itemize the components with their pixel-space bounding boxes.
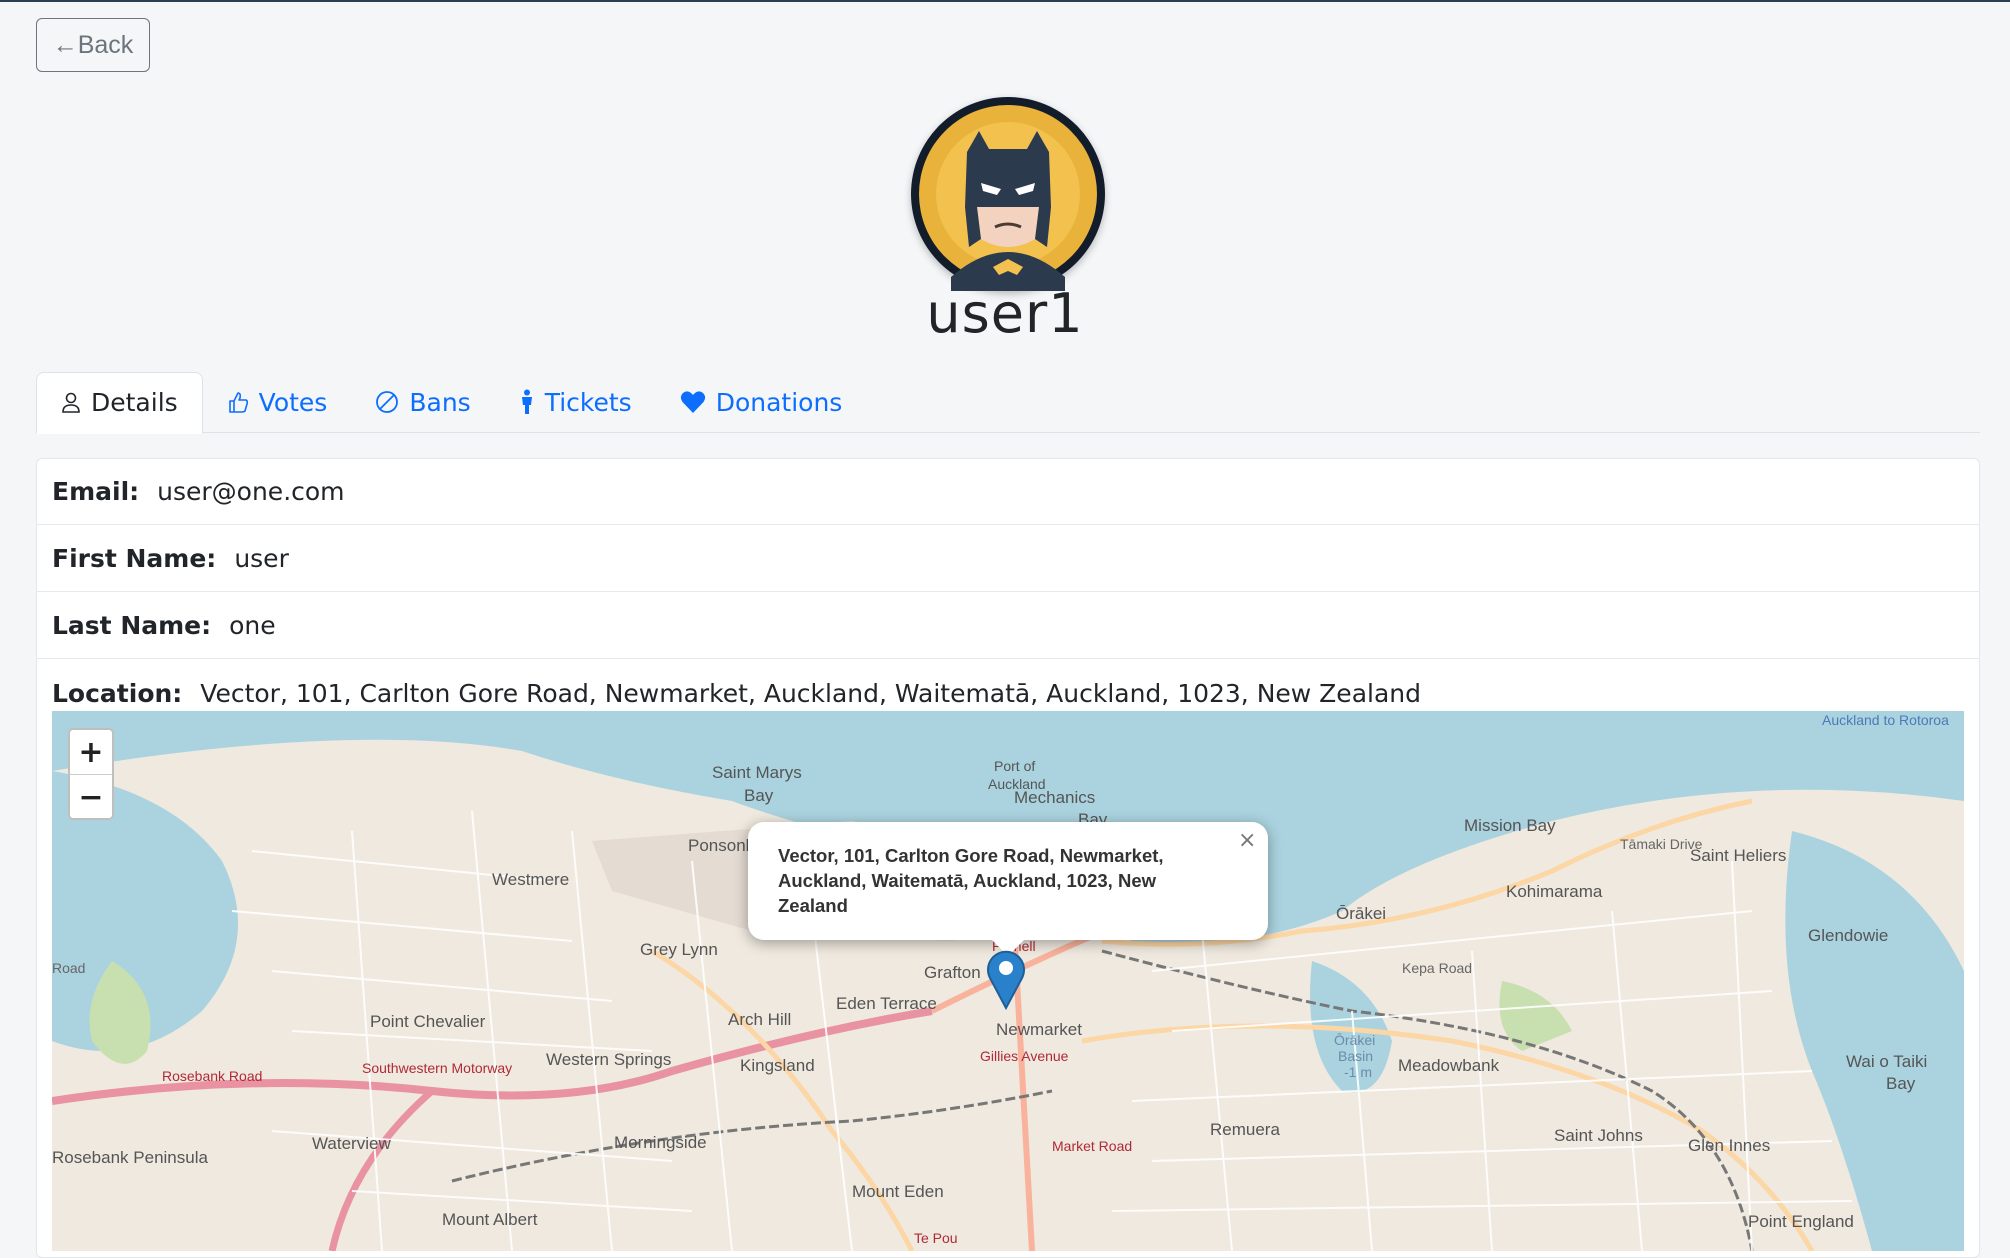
back-button[interactable]: ←Back [36, 18, 150, 72]
svg-text:Wai o Taiki: Wai o Taiki [1846, 1052, 1927, 1071]
map-zoom-control: + − [68, 728, 114, 820]
svg-text:Glen Innes: Glen Innes [1688, 1136, 1770, 1155]
last-name-label: Last Name: [52, 611, 212, 640]
tab-details-label: Details [91, 388, 178, 418]
svg-text:Mission Bay: Mission Bay [1464, 816, 1556, 835]
email-value: user@one.com [157, 477, 345, 506]
svg-text:Mechanics: Mechanics [1014, 788, 1095, 807]
svg-text:Westmere: Westmere [492, 870, 569, 889]
svg-text:Grafton: Grafton [924, 963, 981, 982]
map-popup: Vector, 101, Carlton Gore Road, Newmarke… [748, 822, 1268, 940]
svg-text:Grey Lynn: Grey Lynn [640, 940, 718, 959]
avatar [911, 97, 1105, 291]
svg-text:-1 m: -1 m [1344, 1064, 1372, 1080]
tab-donations-label: Donations [715, 387, 843, 417]
svg-text:Auckland to Rotoroa: Auckland to Rotoroa [1822, 712, 1949, 728]
map-popup-text: Vector, 101, Carlton Gore Road, Newmarke… [778, 845, 1164, 916]
first-name-label: First Name: [52, 544, 217, 573]
heart-icon [680, 391, 705, 413]
profile-tabs: Details Votes Bans Tickets Donations [36, 372, 1980, 434]
last-name-row: Last Name: one [37, 593, 1979, 659]
svg-text:Te Pou: Te Pou [914, 1230, 958, 1246]
batman-avatar-icon [911, 97, 1105, 291]
tab-votes[interactable]: Votes [203, 372, 352, 432]
svg-text:Gillies Avenue: Gillies Avenue [980, 1048, 1069, 1064]
svg-text:Kohimarama: Kohimarama [1506, 882, 1603, 901]
svg-text:Mount Eden: Mount Eden [852, 1182, 944, 1201]
svg-text:Kepa Road: Kepa Road [1402, 960, 1472, 976]
svg-text:Bay: Bay [1886, 1074, 1916, 1093]
svg-text:Basin: Basin [1338, 1048, 1373, 1064]
last-name-value: one [229, 611, 276, 640]
first-name-value: user [234, 544, 289, 573]
ticket-person-icon [521, 389, 532, 414]
tab-details[interactable]: Details [36, 372, 203, 434]
svg-text:Kingsland: Kingsland [740, 1056, 815, 1075]
tab-bans-label: Bans [409, 387, 471, 417]
svg-text:Road: Road [52, 960, 85, 976]
svg-text:Western Springs: Western Springs [546, 1050, 671, 1069]
ban-icon [376, 391, 399, 413]
svg-text:Ōrākei: Ōrākei [1334, 1032, 1375, 1048]
svg-text:Meadowbank: Meadowbank [1398, 1056, 1500, 1075]
svg-text:Morningside: Morningside [614, 1133, 707, 1152]
thumbs-up-icon [228, 392, 248, 413]
svg-text:Saint Heliers: Saint Heliers [1690, 846, 1786, 865]
person-icon [62, 392, 80, 413]
top-border [0, 0, 2010, 2]
popup-close-button[interactable]: × [1238, 828, 1256, 853]
svg-text:Tāmaki Drive: Tāmaki Drive [1620, 836, 1703, 852]
svg-text:Southwestern Motorway: Southwestern Motorway [362, 1060, 512, 1076]
tab-votes-label: Votes [258, 387, 328, 417]
tab-bans[interactable]: Bans [351, 372, 494, 432]
svg-text:Bay: Bay [744, 786, 774, 805]
svg-text:Point Chevalier: Point Chevalier [370, 1012, 486, 1031]
location-pin-icon [987, 950, 1025, 1011]
svg-text:Mount Albert: Mount Albert [442, 1210, 538, 1229]
location-label: Location: [52, 678, 183, 708]
tab-tickets-label: Tickets [544, 387, 632, 417]
svg-text:Ōrākei: Ōrākei [1336, 904, 1386, 923]
svg-text:Rosebank Road: Rosebank Road [162, 1068, 262, 1084]
map-marker-icon[interactable] [986, 948, 1026, 1014]
location-value: Vector, 101, Carlton Gore Road, Newmarke… [200, 678, 1421, 708]
zoom-out-button[interactable]: − [70, 774, 112, 818]
email-label: Email: [52, 477, 140, 506]
svg-text:Waterview: Waterview [312, 1134, 391, 1153]
svg-text:Eden Terrace: Eden Terrace [836, 994, 937, 1013]
svg-text:Newmarket: Newmarket [996, 1020, 1082, 1039]
svg-text:Rosebank Peninsula: Rosebank Peninsula [52, 1148, 208, 1167]
svg-text:Glendowie: Glendowie [1808, 926, 1888, 945]
svg-text:Saint Johns: Saint Johns [1554, 1126, 1643, 1145]
zoom-in-button[interactable]: + [70, 730, 112, 774]
svg-text:Remuera: Remuera [1210, 1120, 1280, 1139]
svg-text:Point England: Point England [1748, 1212, 1854, 1231]
username: user1 [926, 282, 1084, 345]
svg-text:Arch Hill: Arch Hill [728, 1010, 791, 1029]
tab-tickets[interactable]: Tickets [495, 372, 656, 432]
svg-text:Port of: Port of [994, 758, 1035, 774]
tab-donations[interactable]: Donations [656, 372, 867, 432]
svg-text:Market Road: Market Road [1052, 1138, 1132, 1154]
svg-text:Saint Marys: Saint Marys [712, 763, 802, 782]
email-row: Email: user@one.com [37, 459, 1979, 525]
first-name-row: First Name: user [37, 526, 1979, 592]
